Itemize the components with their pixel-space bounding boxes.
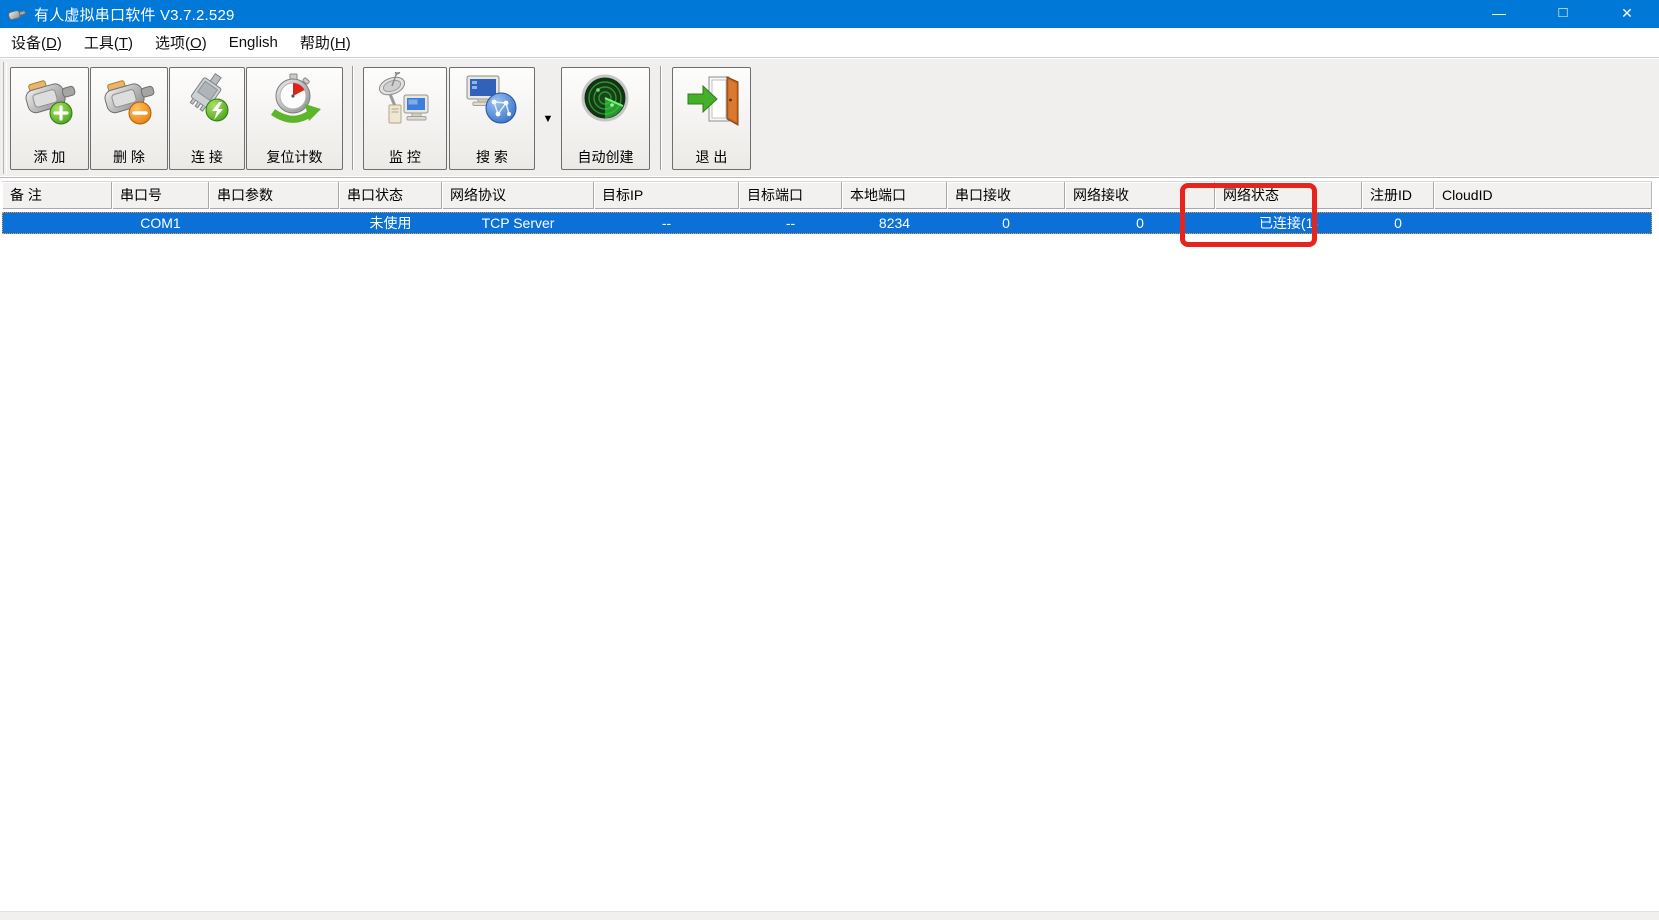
window-bottom-border [0, 911, 1659, 920]
cell-serial-rx: 0 [947, 212, 1065, 234]
column-header-protocol[interactable]: 网络协议 [442, 182, 594, 209]
close-button[interactable]: ✕ [1595, 0, 1659, 28]
reset-counter-button[interactable]: 复位计数 [246, 67, 343, 170]
cell-register-id: 0 [1362, 212, 1434, 234]
add-button[interactable]: 添 加 [10, 67, 89, 170]
serial-port-add-icon [22, 72, 78, 131]
toolbar-separator [660, 66, 662, 170]
window-title: 有人虚拟串口软件 V3.7.2.529 [34, 4, 235, 25]
column-header-port-params[interactable]: 串口参数 [209, 182, 339, 209]
window-controls: — □ ✕ [1467, 0, 1659, 28]
device-table: 备 注 串口号 串口参数 串口状态 网络协议 目标IP 目标端口 本地端口 串口… [2, 181, 1652, 234]
menu-bar: 设备(D) 工具(T) 选项(O) English 帮助(H) [0, 28, 1659, 58]
stopwatch-reset-icon [267, 72, 323, 131]
menu-options[interactable]: 选项(O) [144, 28, 218, 57]
toolbar-grip [3, 62, 7, 174]
cell-port-status: 未使用 [339, 212, 442, 234]
column-header-note[interactable]: 备 注 [2, 182, 112, 209]
minimize-button[interactable]: — [1467, 0, 1531, 28]
auto-create-label: 自动创建 [578, 149, 634, 166]
radar-auto-create-icon [578, 72, 634, 131]
cell-cloudid [1434, 212, 1652, 234]
app-icon [7, 4, 27, 24]
table-header-row: 备 注 串口号 串口参数 串口状态 网络协议 目标IP 目标端口 本地端口 串口… [2, 181, 1652, 209]
column-header-port-status[interactable]: 串口状态 [339, 182, 442, 209]
cell-com-port: COM1 [112, 212, 209, 234]
column-header-net-status[interactable]: 网络状态 [1215, 182, 1362, 209]
monitor-button[interactable]: 监 控 [363, 67, 447, 170]
column-header-register-id[interactable]: 注册ID [1362, 182, 1434, 209]
column-header-com-port[interactable]: 串口号 [112, 182, 209, 209]
delete-button[interactable]: 删 除 [90, 67, 168, 170]
connect-button[interactable]: 连 接 [169, 67, 245, 170]
column-header-target-ip[interactable]: 目标IP [594, 182, 739, 209]
toolbar-separator [352, 66, 354, 170]
title-bar: 有人虚拟串口软件 V3.7.2.529 — □ ✕ [0, 0, 1659, 28]
satellite-monitor-icon [377, 72, 433, 131]
column-header-serial-rx[interactable]: 串口接收 [947, 182, 1065, 209]
reset-counter-label: 复位计数 [267, 149, 323, 166]
monitor-button-label: 监 控 [389, 149, 421, 166]
network-search-icon [464, 72, 520, 131]
cell-port-params [209, 212, 339, 234]
serial-port-delete-icon [101, 72, 157, 131]
menu-english[interactable]: English [218, 30, 289, 55]
search-button-label: 搜 索 [476, 149, 508, 166]
cell-target-ip: -- [594, 212, 739, 234]
column-header-cloudid[interactable]: CloudID [1434, 182, 1652, 209]
toolbar: 添 加 删 除 [0, 57, 1659, 178]
connect-button-label: 连 接 [191, 149, 223, 166]
delete-button-label: 删 除 [113, 149, 145, 166]
cell-note [2, 212, 112, 234]
search-button[interactable]: 搜 索 [449, 67, 535, 170]
cell-local-port: 8234 [842, 212, 947, 234]
cell-net-rx: 0 [1065, 212, 1215, 234]
search-dropdown-arrow[interactable]: ▼ [535, 67, 561, 170]
menu-tools[interactable]: 工具(T) [73, 28, 144, 57]
menu-help[interactable]: 帮助(H) [289, 28, 362, 57]
add-button-label: 添 加 [34, 149, 66, 166]
column-header-net-rx[interactable]: 网络接收 [1065, 182, 1215, 209]
exit-button-label: 退 出 [696, 149, 728, 166]
cell-net-status: 已连接(1) [1215, 212, 1362, 234]
maximize-button[interactable]: □ [1531, 0, 1595, 28]
column-header-local-port[interactable]: 本地端口 [842, 182, 947, 209]
exit-door-icon [684, 72, 740, 131]
cell-protocol: TCP Server [442, 212, 594, 234]
table-row-com1-selected[interactable]: COM1 未使用 TCP Server -- -- 8234 0 0 已连接(1… [2, 212, 1652, 234]
auto-create-button[interactable]: 自动创建 [561, 67, 650, 170]
ethernet-connect-icon [179, 72, 235, 131]
menu-device[interactable]: 设备(D) [0, 28, 73, 57]
column-header-target-port[interactable]: 目标端口 [739, 182, 842, 209]
cell-target-port: -- [739, 212, 842, 234]
exit-button[interactable]: 退 出 [672, 67, 751, 170]
